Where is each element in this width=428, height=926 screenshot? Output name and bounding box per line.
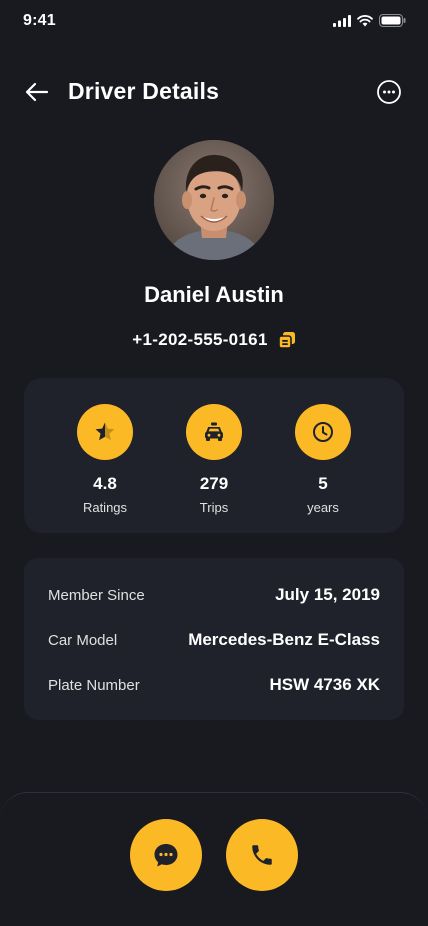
taxi-icon: [205, 422, 223, 441]
stat-icon-circle: [77, 404, 133, 460]
stat-label: years: [307, 500, 339, 515]
copy-button[interactable]: [277, 331, 296, 349]
battery-icon: [379, 14, 406, 27]
stat-years: 5 years: [278, 404, 368, 515]
chat-icon: [154, 844, 178, 867]
back-button[interactable]: [24, 80, 50, 104]
stats-card: 4.8 Ratings 279 Trips 5 years: [24, 378, 404, 533]
bottom-action-bar: [0, 792, 428, 926]
phone-icon: [252, 845, 272, 865]
info-label: Car Model: [48, 631, 118, 649]
copy-icon: [277, 332, 295, 349]
info-value: HSW 4736 XK: [269, 675, 380, 694]
info-row-car-model: Car Model Mercedes-Benz E-Class: [48, 629, 380, 651]
chat-button[interactable]: [130, 819, 202, 891]
more-options-button[interactable]: [376, 79, 402, 105]
stat-trips: 279 Trips: [169, 404, 259, 515]
stat-ratings: 4.8 Ratings: [60, 404, 150, 515]
info-value: Mercedes-Benz E-Class: [188, 630, 380, 649]
stat-value: 5: [318, 474, 328, 493]
page-title: Driver Details: [68, 78, 220, 104]
stat-icon-circle: [186, 404, 242, 460]
info-row-member-since: Member Since July 15, 2019: [48, 584, 380, 606]
more-horizontal-icon: [377, 80, 401, 104]
stat-value: 4.8: [93, 474, 117, 493]
status-bar: 9:41: [0, 0, 428, 44]
wifi-icon: [357, 14, 373, 26]
avatar: [154, 140, 274, 260]
call-button[interactable]: [226, 819, 298, 891]
stat-value: 279: [199, 474, 229, 493]
stat-label: Ratings: [82, 500, 128, 515]
info-label: Member Since: [48, 586, 145, 604]
driver-info-card: Member Since July 15, 2019 Car Model Mer…: [24, 558, 404, 720]
info-label: Plate Number: [48, 676, 140, 694]
phone-row: +1-202-555-0161: [0, 330, 428, 350]
status-time: 9:41: [23, 12, 56, 29]
driver-name: Daniel Austin: [144, 282, 284, 307]
driver-photo: [154, 140, 274, 260]
star-half-icon: [95, 422, 115, 441]
info-value: July 15, 2019: [275, 585, 380, 604]
phone-number: +1-202-555-0161: [132, 330, 268, 349]
clock-icon: [313, 422, 333, 442]
stat-icon-circle: [295, 404, 351, 460]
stat-label: Trips: [199, 500, 229, 515]
arrow-left-icon: [25, 82, 49, 102]
signal-icon: [333, 14, 351, 27]
info-row-plate-number: Plate Number HSW 4736 XK: [48, 674, 380, 696]
header: Driver Details: [0, 70, 428, 114]
status-icons: [333, 14, 406, 27]
